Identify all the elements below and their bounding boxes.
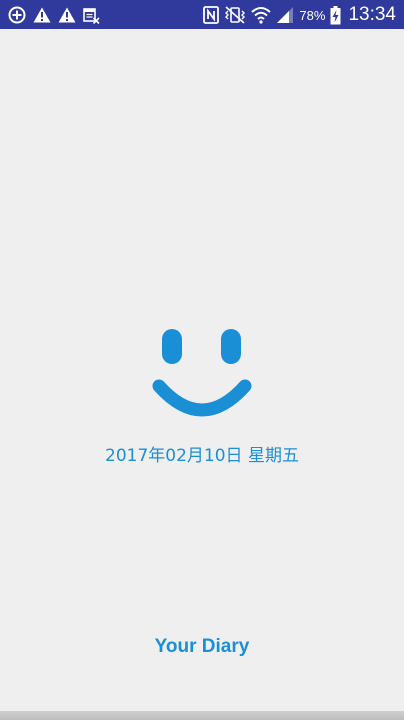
warning-icon — [33, 7, 51, 23]
calendar-x-icon — [83, 7, 100, 24]
signal-icon — [276, 7, 294, 23]
battery-percent: 78% — [299, 7, 326, 23]
status-bar: 78% 13:34 — [0, 0, 404, 29]
bottom-edge — [0, 711, 404, 720]
vibrate-mute-icon — [224, 6, 246, 24]
date-label: 2017年02月10日 星期五 — [105, 446, 299, 466]
splash-screen: 2017年02月10日 星期五 Your Diary — [0, 29, 404, 711]
app-name: Your Diary — [154, 636, 250, 657]
status-bar-clock: 13:34 — [348, 4, 396, 25]
status-bar-system: 78% 13:34 — [203, 4, 396, 26]
add-circle-icon — [8, 6, 26, 24]
battery-charging-icon — [330, 5, 341, 25]
wifi-icon — [251, 6, 272, 24]
status-bar-notifications — [8, 6, 100, 24]
nfc-icon — [203, 6, 220, 24]
warning-icon — [58, 7, 76, 23]
smiley-face-icon — [152, 329, 252, 417]
